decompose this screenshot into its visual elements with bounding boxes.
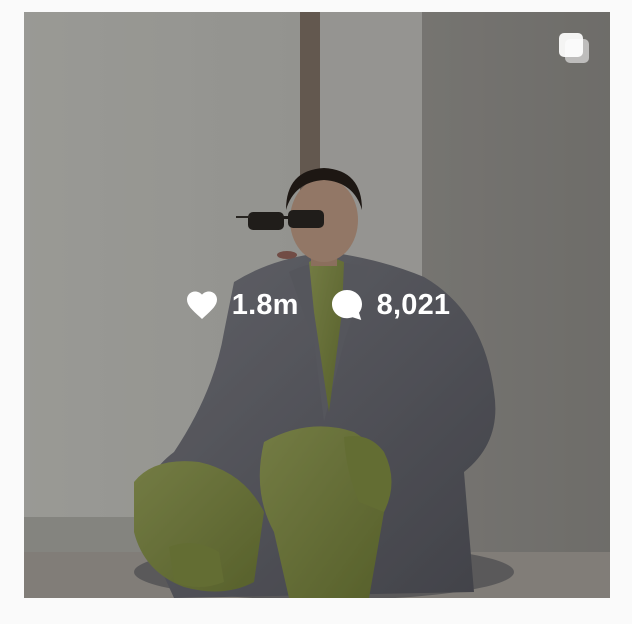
carousel-icon (559, 33, 589, 63)
likes-count: 1.8m (231, 288, 299, 321)
heart-icon (186, 291, 217, 319)
comments-stat: 8,021 (329, 287, 451, 323)
likes-stat: 1.8m (184, 287, 299, 323)
post-thumbnail[interactable]: 1.8m 8,021 (24, 12, 610, 598)
post-stats: 1.8m 8,021 (24, 285, 610, 325)
comments-count: 8,021 (376, 288, 451, 321)
profile-grid-page: 1.8m 8,021 (0, 0, 632, 624)
comment-bubble-icon (331, 290, 362, 320)
